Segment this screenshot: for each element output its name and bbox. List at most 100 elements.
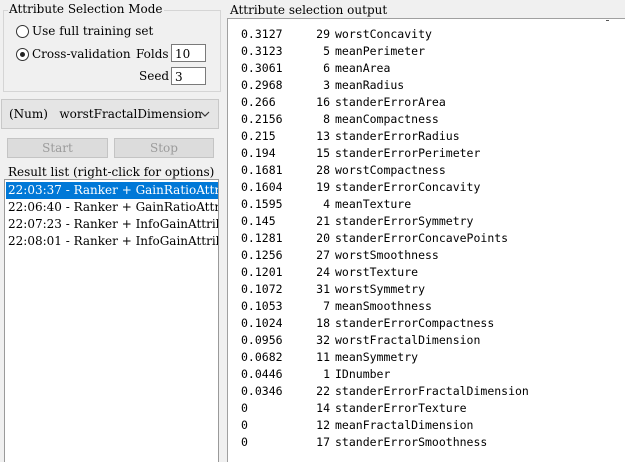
attribute-selection-mode-title: Attribute Selection Mode bbox=[8, 2, 164, 16]
output-row: 0.1604 19 standerErrorConcavity bbox=[241, 179, 480, 196]
output-row: 0.266 16 standerErrorArea bbox=[241, 94, 446, 111]
output-row: 0 12 meanFractalDimension bbox=[241, 417, 473, 434]
result-list-item[interactable]: 22:03:37 - Ranker + GainRatioAttributeEv… bbox=[6, 182, 218, 199]
class-attribute-dropdown[interactable]: (Num) worstFractalDimension bbox=[1, 99, 219, 129]
output-row: 0.1595 4 meanTexture bbox=[241, 196, 411, 213]
output-row-index: 22 bbox=[316, 384, 330, 398]
output-row: 0 14 standerErrorTexture bbox=[241, 400, 467, 417]
result-list-item[interactable]: 22:08:01 - Ranker + InfoGainAttributeEva… bbox=[6, 233, 218, 250]
folds-input[interactable]: 10 bbox=[171, 44, 206, 62]
start-button[interactable]: Start bbox=[7, 138, 108, 158]
output-row-index: 21 bbox=[316, 214, 330, 228]
output-row-index: 16 bbox=[316, 95, 330, 109]
output-row-attribute-name: meanPerimeter bbox=[335, 44, 426, 58]
output-row-index: 24 bbox=[316, 265, 330, 279]
output-row-score: 0.3061 bbox=[241, 61, 283, 75]
output-row-index: 11 bbox=[316, 350, 330, 364]
output-row-score: 0 bbox=[241, 401, 248, 415]
cross-validation-radio[interactable] bbox=[16, 48, 29, 61]
output-row-index: 1 bbox=[323, 367, 330, 381]
output-row-attribute-name: meanTexture bbox=[335, 197, 412, 211]
use-full-training-radio[interactable] bbox=[16, 25, 29, 38]
output-row-score: 0.3127 bbox=[241, 27, 283, 41]
output-row-score: 0 bbox=[241, 435, 248, 449]
output-row-score: 0.0346 bbox=[241, 384, 283, 398]
output-row: 0.3061 6 meanArea bbox=[241, 60, 390, 77]
output-row-attribute-name: worstFractalDimension bbox=[335, 333, 481, 347]
output-row-index: 19 bbox=[316, 180, 330, 194]
stop-button[interactable]: Stop bbox=[114, 138, 214, 158]
use-full-training-label: Use full training set bbox=[32, 24, 154, 38]
output-row: 0.0446 1 IDnumber bbox=[241, 366, 390, 383]
output-row-attribute-name: worstSymmetry bbox=[335, 282, 426, 296]
output-row-index: 14 bbox=[316, 401, 330, 415]
output-row-index: 27 bbox=[316, 248, 330, 262]
output-row-attribute-name: meanCompactness bbox=[335, 112, 439, 126]
result-list[interactable]: 22:03:37 - Ranker + GainRatioAttributeEv… bbox=[4, 179, 219, 462]
output-row-attribute-name: worstCompactness bbox=[335, 163, 446, 177]
output-row: 0.3127 29 worstConcavity bbox=[241, 26, 432, 43]
output-row-attribute-name: worstConcavity bbox=[335, 27, 432, 41]
output-row-attribute-name: standerErrorFractalDimension bbox=[335, 384, 529, 398]
radio-selected-dot bbox=[20, 52, 25, 57]
output-row: 0.1281 20 standerErrorConcavePoints bbox=[241, 230, 508, 247]
output-row-index: 7 bbox=[323, 299, 330, 313]
output-row: 0.0956 32 worstFractalDimension bbox=[241, 332, 480, 349]
output-row: 0.215 13 standerErrorRadius bbox=[241, 128, 460, 145]
output-row-index: 13 bbox=[316, 129, 330, 143]
attribute-selection-output-text[interactable]: 0.3127 29 worstConcavity 0.3123 5 meanPerimet… bbox=[227, 18, 625, 462]
output-row-attribute-name: standerErrorConcavePoints bbox=[335, 231, 509, 245]
output-row-score: 0.1072 bbox=[241, 282, 283, 296]
output-row-attribute-name: standerErrorRadius bbox=[335, 129, 460, 143]
output-row: 0.145 21 standerErrorSymmetry bbox=[241, 213, 473, 230]
output-row: 0.0682 11 meanSymmetry bbox=[241, 349, 418, 366]
folds-label: Folds bbox=[136, 47, 169, 61]
output-row-index: 12 bbox=[316, 418, 330, 432]
output-row-score: 0.3123 bbox=[241, 44, 283, 58]
output-row-index: 28 bbox=[316, 163, 330, 177]
output-row-index: 5 bbox=[323, 44, 330, 58]
result-list-item[interactable]: 22:07:23 - Ranker + InfoGainAttributeEva… bbox=[6, 216, 218, 233]
output-row: 0.2968 3 meanRadius bbox=[241, 77, 404, 94]
output-row-score: 0.1201 bbox=[241, 265, 283, 279]
output-row: 0.194 15 standerErrorPerimeter bbox=[241, 145, 480, 162]
output-row: 0.0346 22 standerErrorFractalDimension bbox=[241, 383, 529, 400]
cross-validation-label: Cross-validation bbox=[32, 47, 131, 61]
output-row-attribute-name: meanSymmetry bbox=[335, 350, 419, 364]
output-row-score: 0.2968 bbox=[241, 78, 283, 92]
output-row-score: 0.1681 bbox=[241, 163, 283, 177]
output-row-index: 32 bbox=[316, 333, 330, 347]
output-row-attribute-name: standerErrorConcavity bbox=[335, 180, 481, 194]
output-row-attribute-name: standerErrorCompactness bbox=[335, 316, 495, 330]
output-row-index: 29 bbox=[316, 27, 330, 41]
output-row-index: 20 bbox=[316, 231, 330, 245]
output-row: 0.1024 18 standerErrorCompactness bbox=[241, 315, 494, 332]
result-list-item[interactable]: 22:06:40 - Ranker + GainRatioAttributeEv… bbox=[6, 199, 218, 216]
output-row-score: 0.2156 bbox=[241, 112, 283, 126]
output-row-score: 0 bbox=[241, 418, 248, 432]
attribute-selection-output-title: Attribute selection output bbox=[230, 3, 388, 17]
output-row-attribute-name: IDnumber bbox=[335, 367, 391, 381]
output-row-score: 0.1256 bbox=[241, 248, 283, 262]
output-row-score: 0.0956 bbox=[241, 333, 283, 347]
output-row-index: 18 bbox=[316, 316, 330, 330]
seed-input[interactable]: 3 bbox=[171, 67, 206, 85]
output-row: 0.3123 5 meanPerimeter bbox=[241, 43, 425, 60]
output-row-index: 15 bbox=[316, 146, 330, 160]
output-row: 0.1201 24 worstTexture bbox=[241, 264, 418, 281]
output-row: 0.1072 31 worstSymmetry bbox=[241, 281, 425, 298]
output-row-attribute-name: standerErrorTexture bbox=[335, 401, 467, 415]
output-row-attribute-name: standerErrorArea bbox=[335, 95, 446, 109]
output-row-score: 0.145 bbox=[241, 214, 276, 228]
output-row-index: 6 bbox=[323, 61, 330, 75]
output-row-score: 0.266 bbox=[241, 95, 276, 109]
output-row-attribute-name: meanFractalDimension bbox=[335, 418, 474, 432]
output-row-attribute-name: standerErrorPerimeter bbox=[335, 146, 481, 160]
output-row-attribute-name: worstSmoothness bbox=[335, 248, 439, 262]
output-row: 0.1053 7 meanSmoothness bbox=[241, 298, 432, 315]
output-row: 0.1681 28 worstCompactness bbox=[241, 162, 446, 179]
scrolled-partial-line bbox=[518, 19, 625, 21]
output-row-index: 31 bbox=[316, 282, 330, 296]
output-row-index: 17 bbox=[316, 435, 330, 449]
result-list-title: Result list (right-click for options) bbox=[8, 165, 215, 179]
